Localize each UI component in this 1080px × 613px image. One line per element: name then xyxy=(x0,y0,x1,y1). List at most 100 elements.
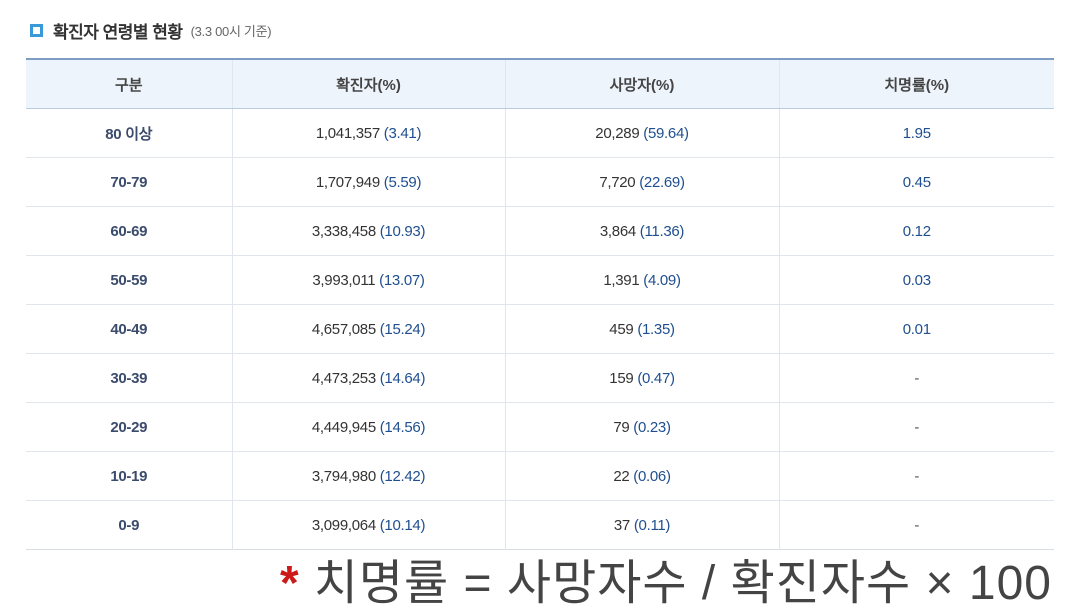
age-group-label: 0-9 xyxy=(118,516,140,534)
confirmed-cell: 4,473,253 (14.64) xyxy=(231,353,505,403)
deaths-percent: (0.06) xyxy=(633,467,671,485)
age-group-cell: 80 이상 xyxy=(26,108,232,158)
fatality-rate-value: - xyxy=(914,516,920,534)
deaths-percent: (0.23) xyxy=(633,418,671,436)
deaths-count: 459 xyxy=(609,320,634,338)
age-stats-table: 구분 확진자(%) 사망자(%) 치명률(%) 80 이상 1,041,357 (… xyxy=(26,58,1054,550)
confirmed-percent: (5.59) xyxy=(383,173,422,191)
fatality-rate-cell: 0.45 xyxy=(778,157,1054,207)
fatality-rate-value: - xyxy=(914,369,920,387)
age-group-label: 70-79 xyxy=(110,173,148,191)
header-category: 구분 xyxy=(26,59,232,109)
fatality-rate-value: 0.03 xyxy=(902,271,931,289)
confirmed-percent: (10.14) xyxy=(379,516,426,534)
age-group-cell: 20-29 xyxy=(26,402,232,452)
header-fatality-rate: 치명률(%) xyxy=(778,59,1054,109)
fatality-rate-value: - xyxy=(914,418,920,436)
deaths-cell: 79 (0.23) xyxy=(504,402,779,452)
deaths-cell: 3,864 (11.36) xyxy=(504,206,779,256)
confirmed-cell: 1,041,357 (3.41) xyxy=(231,108,505,158)
fatality-rate-value: 0.01 xyxy=(902,320,931,338)
deaths-cell: 459 (1.35) xyxy=(504,304,779,354)
table-row: 60-69 3,338,458 (10.93) 3,864 (11.36) 0.12 xyxy=(26,206,1054,256)
fatality-rate-cell: - xyxy=(778,353,1054,403)
confirmed-cell: 4,449,945 (14.56) xyxy=(231,402,505,452)
table-row: 10-19 3,794,980 (12.42) 22 (0.06) - xyxy=(26,451,1054,501)
table-row: 50-59 3,993,011 (13.07) 1,391 (4.09) 0.03 xyxy=(26,255,1054,305)
fatality-rate-cell: - xyxy=(778,402,1054,452)
fatality-formula: * 치명률 = 사망자수 / 확진자수 × 100 xyxy=(280,543,1052,613)
deaths-cell: 1,391 (4.09) xyxy=(504,255,779,305)
deaths-percent: (22.69) xyxy=(639,173,685,191)
fatality-rate-value: - xyxy=(914,467,920,485)
confirmed-count: 4,657,085 xyxy=(311,320,376,338)
formula-text: 치명률 = 사망자수 / 확진자수 × 100 xyxy=(313,557,1052,610)
age-group-label: 60-69 xyxy=(110,222,148,240)
confirmed-percent: (3.41) xyxy=(383,124,422,142)
age-group-label: 20-29 xyxy=(110,418,148,436)
confirmed-cell: 1,707,949 (5.59) xyxy=(231,157,505,207)
deaths-cell: 7,720 (22.69) xyxy=(504,157,779,207)
confirmed-percent: (10.93) xyxy=(379,222,426,240)
deaths-count: 37 xyxy=(613,516,630,534)
section-title-text: 확진자 연령별 현황 xyxy=(53,23,183,42)
deaths-percent: (0.47) xyxy=(637,369,675,387)
age-group-cell: 60-69 xyxy=(26,206,232,256)
age-group-cell: 40-49 xyxy=(26,304,232,354)
deaths-count: 22 xyxy=(613,467,630,485)
deaths-cell: 20,289 (59.64) xyxy=(504,108,779,158)
header-deaths: 사망자(%) xyxy=(504,59,779,109)
table-row: 70-79 1,707,949 (5.59) 7,720 (22.69) 0.45 xyxy=(26,157,1054,207)
section-title-note: (3.3 00시 기준) xyxy=(190,24,272,39)
fatality-rate-cell: 0.03 xyxy=(778,255,1054,305)
table-row: 20-29 4,449,945 (14.56) 79 (0.23) - xyxy=(26,402,1054,452)
age-group-label: 10-19 xyxy=(110,467,148,485)
deaths-percent: (59.64) xyxy=(643,124,689,142)
age-group-cell: 30-39 xyxy=(26,353,232,403)
age-group-label: 30-39 xyxy=(110,369,148,387)
deaths-count: 159 xyxy=(609,369,634,387)
confirmed-percent: (13.07) xyxy=(379,271,425,289)
fatality-rate-value: 1.95 xyxy=(902,124,931,142)
table-row: 80 이상 1,041,357 (3.41) 20,289 (59.64) 1.95 xyxy=(26,108,1054,158)
fatality-rate-cell: 1.95 xyxy=(778,108,1054,158)
deaths-count: 7,720 xyxy=(599,173,636,191)
deaths-percent: (4.09) xyxy=(643,271,681,289)
age-group-cell: 0-9 xyxy=(26,500,232,550)
confirmed-count: 4,473,253 xyxy=(311,369,376,387)
deaths-count: 1,391 xyxy=(603,271,640,289)
confirmed-percent: (15.24) xyxy=(379,320,426,338)
table-row: 40-49 4,657,085 (15.24) 459 (1.35) 0.01 xyxy=(26,304,1054,354)
confirmed-cell: 3,794,980 (12.42) xyxy=(231,451,505,501)
deaths-count: 20,289 xyxy=(595,124,640,142)
confirmed-count: 1,707,949 xyxy=(315,173,380,191)
confirmed-percent: (14.64) xyxy=(379,369,426,387)
confirmed-count: 3,099,064 xyxy=(311,516,376,534)
fatality-rate-cell: 0.12 xyxy=(778,206,1054,256)
deaths-cell: 159 (0.47) xyxy=(504,353,779,403)
fatality-rate-cell: - xyxy=(778,451,1054,501)
confirmed-count: 1,041,357 xyxy=(315,124,380,142)
square-bullet-icon xyxy=(30,24,43,37)
confirmed-cell: 3,338,458 (10.93) xyxy=(231,206,505,256)
confirmed-percent: (14.56) xyxy=(379,418,426,436)
deaths-count: 3,864 xyxy=(599,222,636,240)
confirmed-count: 3,794,980 xyxy=(311,467,376,485)
confirmed-count: 4,449,945 xyxy=(311,418,376,436)
header-confirmed: 확진자(%) xyxy=(231,59,505,109)
table-body: 80 이상 1,041,357 (3.41) 20,289 (59.64) 1.95 7… xyxy=(26,108,1054,550)
table-row: 30-39 4,473,253 (14.64) 159 (0.47) - xyxy=(26,353,1054,403)
age-group-cell: 10-19 xyxy=(26,451,232,501)
confirmed-count: 3,338,458 xyxy=(311,222,376,240)
fatality-rate-cell: 0.01 xyxy=(778,304,1054,354)
asterisk-icon: * xyxy=(280,557,300,610)
age-stats-table-wrapper: 구분 확진자(%) 사망자(%) 치명률(%) 80 이상 1,041,357 (… xyxy=(26,58,1054,550)
age-group-cell: 70-79 xyxy=(26,157,232,207)
age-group-label: 40-49 xyxy=(110,320,148,338)
confirmed-cell: 3,993,011 (13.07) xyxy=(231,255,505,305)
confirmed-count: 3,993,011 xyxy=(312,271,376,289)
confirmed-percent: (12.42) xyxy=(379,467,426,485)
age-group-label: 50-59 xyxy=(110,271,148,289)
confirmed-cell: 4,657,085 (15.24) xyxy=(231,304,505,354)
deaths-percent: (1.35) xyxy=(637,320,675,338)
